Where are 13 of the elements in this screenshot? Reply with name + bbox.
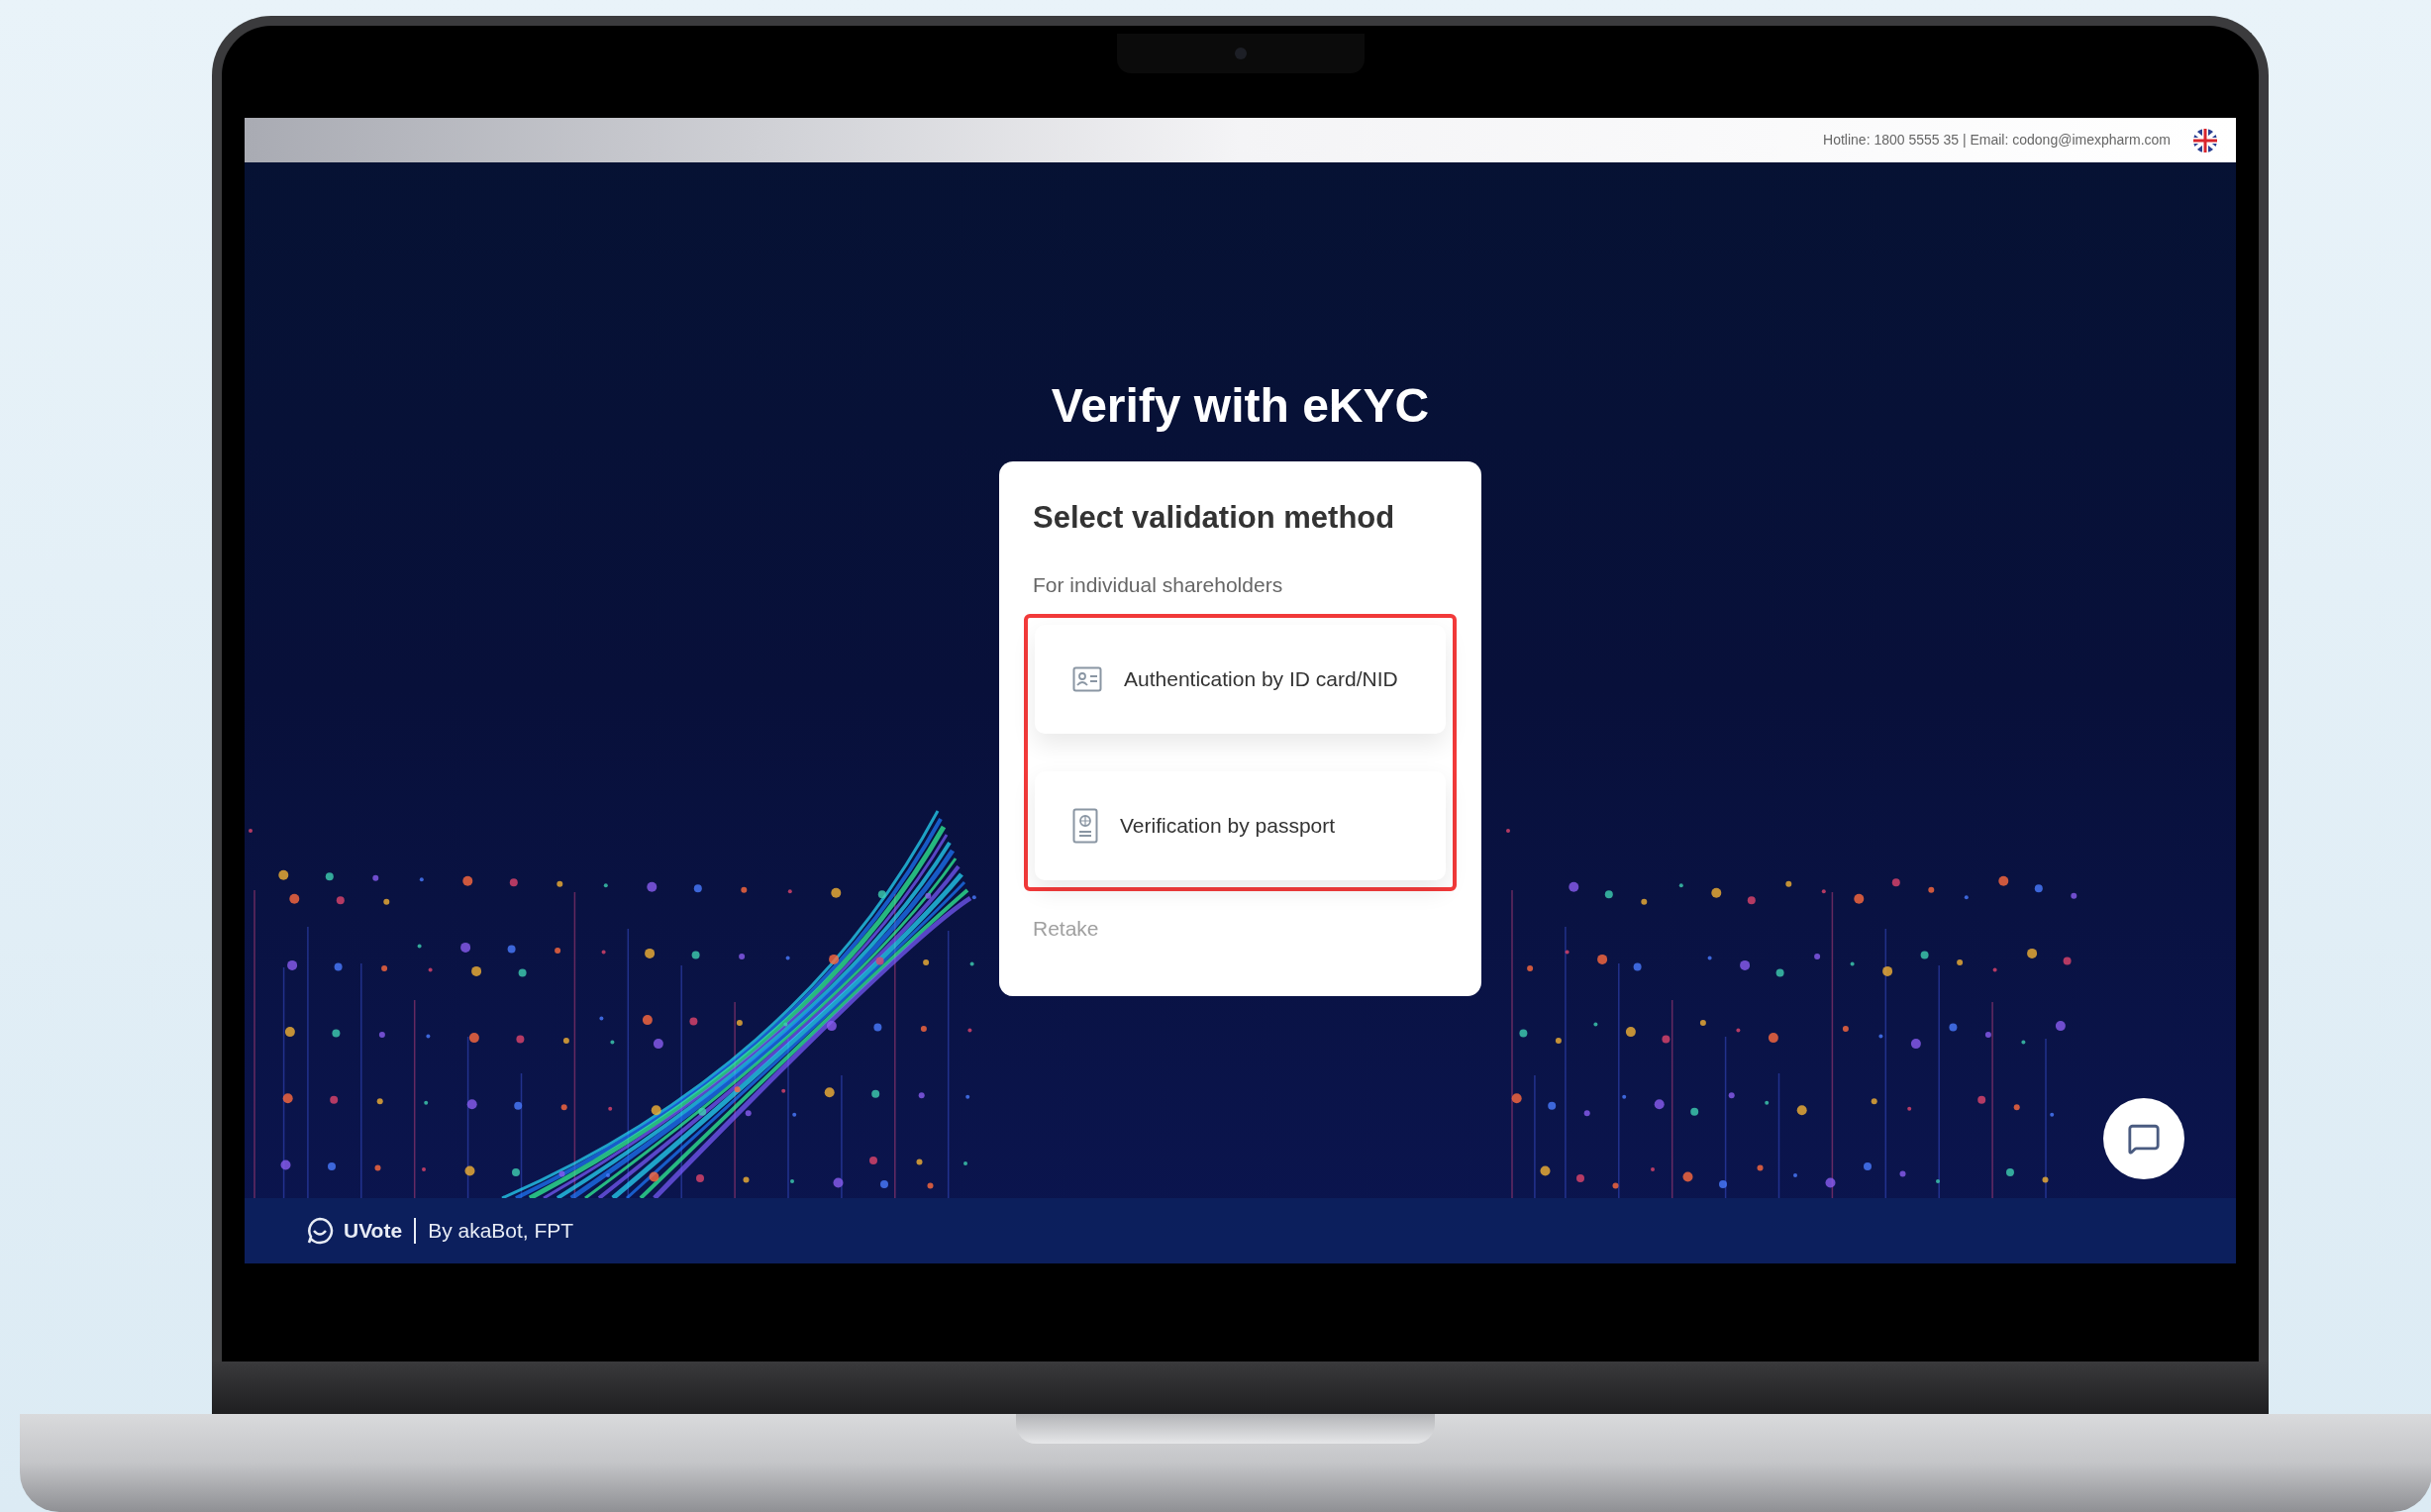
card-title: Select validation method [1033, 499, 1396, 537]
id-card-icon [1072, 666, 1102, 692]
validation-option[interactable]: Verification by passport [1035, 771, 1446, 880]
page-title: Verify with eKYC [1051, 378, 1430, 434]
card-subtitle: For individual shareholders [1033, 571, 1284, 598]
chat-icon [2127, 1122, 2161, 1156]
contact-info: Hotline: 1800 5555 35 | Email: codong@imexpharm.com [1823, 131, 2171, 150]
footer-credit: By akaBot, FPT [428, 1218, 574, 1245]
validation-option[interactable]: Authentication by ID card/NID [1035, 625, 1446, 734]
passport-icon [1072, 808, 1098, 844]
flag-icon[interactable] [2192, 127, 2218, 153]
brand-name: UVote [344, 1218, 403, 1245]
smile-logo-icon [306, 1217, 334, 1245]
